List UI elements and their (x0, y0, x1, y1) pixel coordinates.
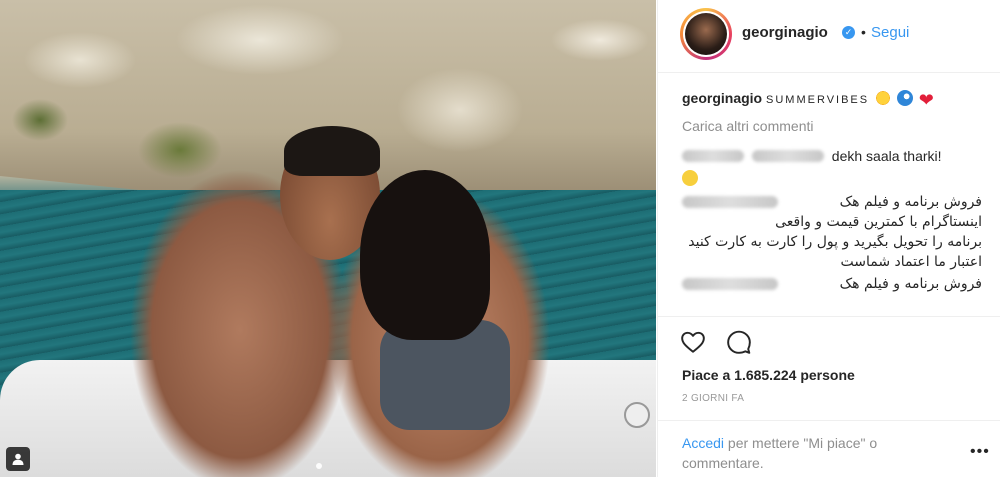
blurred-comment-username[interactable] (682, 196, 778, 208)
verified-badge-icon: ✓ (842, 26, 855, 39)
avatar-story-ring[interactable] (680, 8, 732, 60)
comment-text: dekh saala tharki! (831, 148, 942, 164)
comment-item: فروش برنامه و فیلم هک (682, 274, 982, 294)
login-prompt-text: Accedi per mettere "Mi piace" o commenta… (682, 433, 922, 473)
login-prompt: Accedi per mettere "Mi piace" o commenta… (658, 420, 1000, 478)
login-link[interactable]: Accedi (682, 435, 724, 451)
sun-emoji-icon (875, 90, 891, 106)
wave-emoji-icon (896, 90, 913, 106)
blurred-comment-username[interactable] (682, 150, 744, 162)
user-silhouette-icon (12, 453, 24, 465)
heart-icon[interactable] (680, 329, 706, 355)
avatar-image (685, 13, 727, 55)
carousel-indicator-dot (316, 463, 322, 469)
user-tag-icon[interactable] (6, 447, 30, 471)
photo-boat-gauge (624, 402, 650, 428)
comment-item: فروش برنامه و فیلم هک اینستاگرام با کمتر… (682, 192, 982, 272)
likes-count[interactable]: Piace a 1.685.224 persone (682, 367, 855, 383)
comment-icon[interactable] (726, 329, 752, 355)
post-header: georginagio ✓ • Segui (658, 0, 1000, 73)
photo-woman-hair (360, 170, 490, 340)
heart-emoji-icon: ❤ (918, 90, 934, 110)
photo-man-hair (284, 126, 380, 176)
laughing-emoji-icon (682, 170, 698, 186)
blurred-comment-username[interactable] (682, 278, 778, 290)
load-more-comments-link[interactable]: Carica altri commenti (682, 116, 982, 136)
post-sidebar: georginagio ✓ • Segui georginagio SUMMER… (657, 0, 1000, 477)
more-options-icon[interactable]: ••• (970, 443, 990, 461)
post-timestamp[interactable]: 2 GIORNI FA (682, 393, 744, 404)
post-author-username[interactable]: georginagio (742, 24, 828, 41)
comment-item: dekh saala tharki! (682, 146, 982, 188)
post-photo[interactable] (0, 0, 656, 477)
caption-text: SUMMERVIBES (766, 94, 870, 106)
caption: georginagio SUMMERVIBES ❤ (682, 88, 982, 110)
blurred-mention[interactable] (751, 150, 824, 162)
header-separator: • (861, 24, 866, 40)
caption-username[interactable]: georginagio (682, 90, 762, 106)
avatar (683, 11, 729, 57)
comments-list: georginagio SUMMERVIBES ❤ Carica altri c… (682, 88, 982, 294)
follow-button[interactable]: Segui (871, 24, 909, 41)
